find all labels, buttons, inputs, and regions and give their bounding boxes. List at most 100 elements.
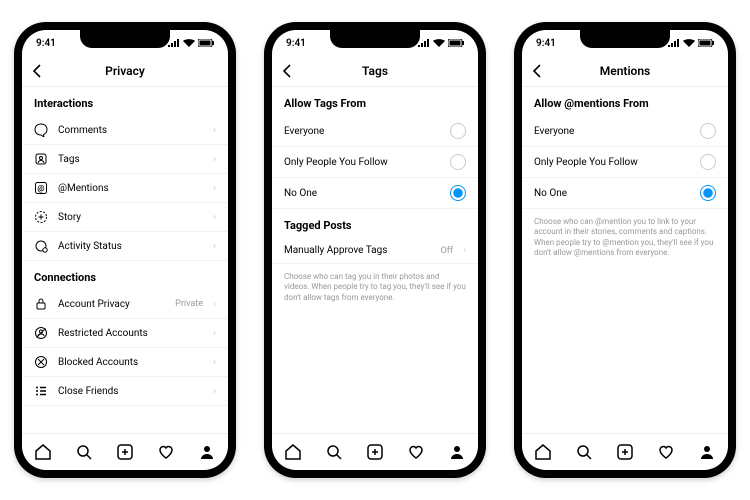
status-time: 9:41 bbox=[286, 38, 306, 49]
phone-notch bbox=[580, 30, 670, 48]
back-button[interactable] bbox=[32, 64, 42, 78]
content: Interactions Comments › Tags › @ @Mentio… bbox=[22, 87, 228, 433]
row-mentions[interactable]: @ @Mentions › bbox=[22, 174, 228, 203]
tab-profile[interactable] bbox=[198, 443, 216, 461]
tab-profile[interactable] bbox=[698, 443, 716, 461]
radio-checked-icon bbox=[450, 185, 466, 201]
tab-search[interactable] bbox=[325, 443, 343, 461]
plus-square-icon bbox=[116, 443, 134, 461]
comment-icon bbox=[34, 123, 48, 137]
tab-search[interactable] bbox=[575, 443, 593, 461]
profile-icon bbox=[698, 443, 716, 461]
status-indicators bbox=[668, 39, 714, 47]
tab-home[interactable] bbox=[34, 443, 52, 461]
row-story[interactable]: Story › bbox=[22, 203, 228, 232]
option-label: Only People You Follow bbox=[284, 157, 440, 168]
row-blocked[interactable]: Blocked Accounts › bbox=[22, 348, 228, 377]
tab-new-post[interactable] bbox=[116, 443, 134, 461]
option-no-one[interactable]: No One bbox=[522, 178, 728, 209]
heart-icon bbox=[157, 443, 175, 461]
option-label: Everyone bbox=[284, 126, 440, 137]
radio-unchecked-icon bbox=[450, 123, 466, 139]
row-label: Story bbox=[58, 212, 203, 223]
row-restricted[interactable]: Restricted Accounts › bbox=[22, 319, 228, 348]
content: Allow Tags From Everyone Only People You… bbox=[272, 87, 478, 433]
tab-home[interactable] bbox=[284, 443, 302, 461]
chevron-right-icon: › bbox=[213, 386, 216, 397]
chevron-right-icon: › bbox=[213, 299, 216, 310]
plus-square-icon bbox=[616, 443, 634, 461]
plus-square-icon bbox=[366, 443, 384, 461]
tab-home[interactable] bbox=[534, 443, 552, 461]
status-time: 9:41 bbox=[536, 38, 556, 49]
tagged-posts-title: Tagged Posts bbox=[272, 209, 478, 238]
content: Allow @mentions From Everyone Only Peopl… bbox=[522, 87, 728, 433]
battery-icon bbox=[198, 39, 214, 47]
phone-notch bbox=[80, 30, 170, 48]
tab-activity[interactable] bbox=[157, 443, 175, 461]
row-label: Blocked Accounts bbox=[58, 357, 203, 368]
battery-icon bbox=[448, 39, 464, 47]
header: Privacy bbox=[22, 56, 228, 87]
phone-notch bbox=[330, 30, 420, 48]
activity-icon bbox=[34, 239, 48, 253]
home-icon bbox=[34, 443, 52, 461]
heart-icon bbox=[657, 443, 675, 461]
tab-activity[interactable] bbox=[657, 443, 675, 461]
profile-icon bbox=[448, 443, 466, 461]
profile-icon bbox=[198, 443, 216, 461]
tab-new-post[interactable] bbox=[366, 443, 384, 461]
chevron-left-icon bbox=[532, 64, 542, 78]
tab-bar bbox=[22, 433, 228, 470]
wifi-icon bbox=[433, 39, 445, 47]
row-value: Private bbox=[175, 299, 203, 309]
back-button[interactable] bbox=[532, 64, 542, 78]
tab-activity[interactable] bbox=[407, 443, 425, 461]
search-icon bbox=[75, 443, 93, 461]
radio-unchecked-icon bbox=[450, 154, 466, 170]
row-comments[interactable]: Comments › bbox=[22, 116, 228, 145]
signal-icon bbox=[668, 39, 680, 47]
status-time: 9:41 bbox=[36, 38, 56, 49]
status-indicators bbox=[418, 39, 464, 47]
section-connections-title: Connections bbox=[22, 261, 228, 290]
tab-bar bbox=[522, 433, 728, 470]
chevron-right-icon: › bbox=[213, 212, 216, 223]
row-label: Restricted Accounts bbox=[58, 328, 203, 339]
chevron-right-icon: › bbox=[463, 245, 466, 256]
row-label: Comments bbox=[58, 125, 203, 136]
allow-mentions-title: Allow @mentions From bbox=[522, 87, 728, 116]
row-label: Tags bbox=[58, 154, 203, 165]
option-people-you-follow[interactable]: Only People You Follow bbox=[272, 147, 478, 178]
home-icon bbox=[284, 443, 302, 461]
option-people-you-follow[interactable]: Only People You Follow bbox=[522, 147, 728, 178]
tab-profile[interactable] bbox=[448, 443, 466, 461]
row-tags[interactable]: Tags › bbox=[22, 145, 228, 174]
signal-icon bbox=[418, 39, 430, 47]
header: Mentions bbox=[522, 56, 728, 87]
option-no-one[interactable]: No One bbox=[272, 178, 478, 209]
blocked-icon bbox=[34, 355, 48, 369]
search-icon bbox=[325, 443, 343, 461]
row-manually-approve[interactable]: Manually Approve Tags Off › bbox=[272, 238, 478, 264]
header: Tags bbox=[272, 56, 478, 87]
row-label: Activity Status bbox=[58, 241, 203, 252]
mention-icon: @ bbox=[34, 181, 48, 195]
chevron-left-icon bbox=[282, 64, 292, 78]
restricted-icon bbox=[34, 326, 48, 340]
option-everyone[interactable]: Everyone bbox=[272, 116, 478, 147]
radio-unchecked-icon bbox=[700, 123, 716, 139]
page-title: Tags bbox=[362, 64, 388, 78]
chevron-left-icon bbox=[32, 64, 42, 78]
row-account-privacy[interactable]: Account Privacy Private › bbox=[22, 290, 228, 319]
row-activity-status[interactable]: Activity Status › bbox=[22, 232, 228, 261]
row-close-friends[interactable]: Close Friends › bbox=[22, 377, 228, 406]
page-title: Mentions bbox=[600, 64, 650, 78]
chevron-right-icon: › bbox=[213, 125, 216, 136]
option-everyone[interactable]: Everyone bbox=[522, 116, 728, 147]
tab-new-post[interactable] bbox=[616, 443, 634, 461]
chevron-right-icon: › bbox=[213, 183, 216, 194]
tab-search[interactable] bbox=[75, 443, 93, 461]
chevron-right-icon: › bbox=[213, 154, 216, 165]
back-button[interactable] bbox=[282, 64, 292, 78]
